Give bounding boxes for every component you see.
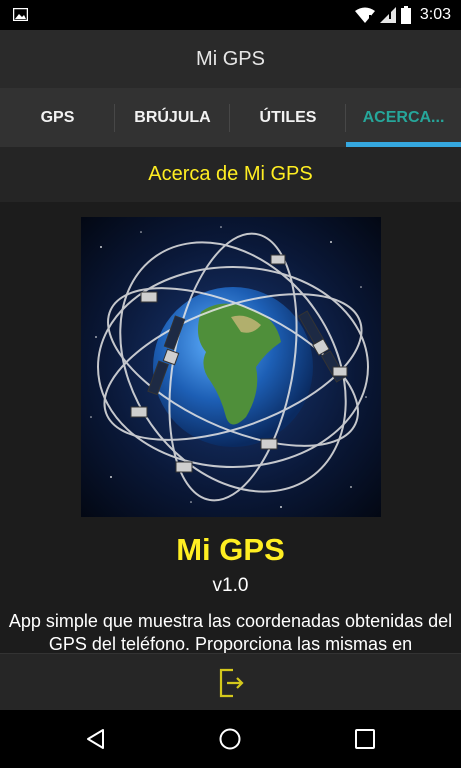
- app-description: App simple que muestra las coordenadas o…: [8, 611, 453, 653]
- tab-label: GPS: [40, 108, 75, 126]
- tab-gps[interactable]: GPS: [0, 88, 115, 147]
- tab-label: ÚTILES: [259, 108, 317, 126]
- wifi-icon: [354, 7, 375, 23]
- bottom-action-bar: [0, 653, 461, 711]
- tab-label: BRÚJULA: [134, 108, 211, 126]
- section-title: Acerca de Mi GPS: [148, 163, 313, 185]
- app-bar: Mi GPS: [0, 30, 461, 88]
- tab-label: ACERCA...: [362, 108, 445, 126]
- tab-acerca[interactable]: ACERCA...: [346, 88, 461, 147]
- system-nav-bar: [0, 710, 461, 768]
- signal-icon: [379, 7, 396, 23]
- status-bar: 3:03: [0, 0, 461, 30]
- section-header: Acerca de Mi GPS: [0, 147, 461, 203]
- battery-icon: [400, 6, 411, 24]
- app-name: Mi GPS: [176, 532, 285, 567]
- about-content[interactable]: Mi GPS v1.0 App simple que muestra las c…: [0, 202, 461, 653]
- gallery-icon: [13, 8, 28, 21]
- tab-utiles[interactable]: ÚTILES: [230, 88, 346, 147]
- home-icon[interactable]: [218, 727, 242, 751]
- app-version: v1.0: [212, 575, 249, 596]
- tab-bar: GPS BRÚJULA ÚTILES ACERCA...: [0, 88, 461, 147]
- gps-globe-logo: [81, 217, 381, 517]
- tab-brujula[interactable]: BRÚJULA: [115, 88, 230, 147]
- recents-icon[interactable]: [353, 727, 377, 751]
- app-title: Mi GPS: [196, 47, 265, 70]
- exit-icon[interactable]: [217, 668, 245, 698]
- back-icon[interactable]: [84, 727, 108, 751]
- status-time: 3:03: [419, 6, 451, 23]
